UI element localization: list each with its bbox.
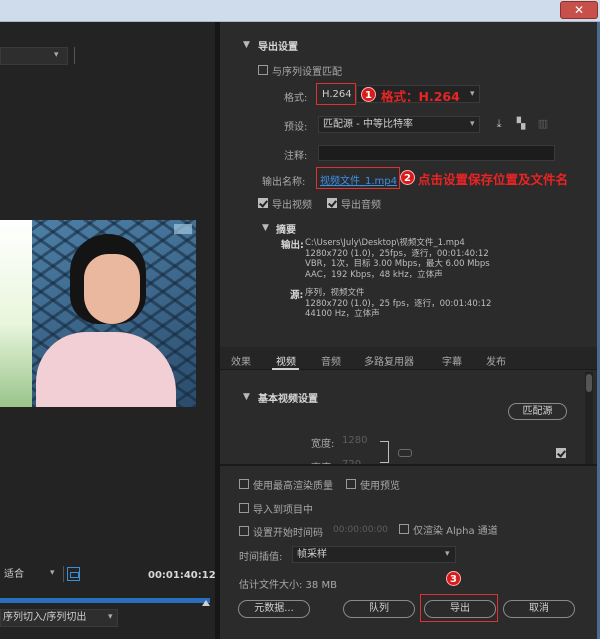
cancel-button[interactable]: 取消: [503, 600, 575, 618]
tab-publish[interactable]: 发布: [486, 353, 506, 368]
set-start-timecode-label: 设置开始时间码: [253, 528, 323, 539]
annotation-format-note: 格式：H.264: [381, 89, 460, 104]
summary-output-line: AAC，192 Kbps，48 kHz，立体声: [305, 269, 443, 280]
summary-output-line: VBR，1次，目标 3.00 Mbps，最大 6.00 Mbps: [305, 259, 490, 269]
step-badge-1: 1: [361, 87, 376, 102]
output-name-label: 输出名称:: [262, 177, 306, 188]
time-interpolation-label: 时间插值:: [239, 552, 283, 563]
active-tab-indicator: [272, 368, 299, 370]
tab-captions[interactable]: 字幕: [442, 353, 462, 368]
preview-logo: [174, 224, 192, 234]
estimated-file-size: 估计文件大小: 38 MB: [239, 580, 337, 591]
chevron-down-icon[interactable]: ▼: [243, 392, 250, 402]
output-name-link[interactable]: 视频文件_1.mp4: [320, 172, 397, 187]
max-render-quality-label: 使用最高渲染质量: [253, 481, 333, 492]
set-start-timecode-checkbox[interactable]: [239, 526, 249, 536]
crop-icon[interactable]: [67, 567, 80, 581]
export-audio-label: 导出音频: [341, 200, 381, 211]
playhead-marker[interactable]: [202, 600, 210, 606]
max-render-quality-checkbox[interactable]: [239, 479, 249, 489]
summary-output-lines: C:\Users\July\Desktop\视频文件_1.mp4 1280x72…: [305, 238, 490, 280]
import-into-project-label: 导入到项目中: [253, 505, 313, 516]
comment-label: 注释:: [284, 151, 308, 162]
export-video-label: 导出视频: [272, 200, 312, 211]
link-icon[interactable]: [398, 449, 412, 457]
duration-timecode: 00:01:40:12: [148, 570, 216, 581]
preview-left-region: [0, 220, 32, 407]
summary-source-lines: 序列，视频文件 1280x720 (1.0)，25 fps，逐行，00:01:4…: [305, 288, 491, 320]
export-video-checkbox[interactable]: [258, 198, 268, 208]
toolbar-divider: [63, 566, 64, 582]
start-timecode-value: 00:00:00:00: [333, 525, 388, 535]
width-label: 宽度:: [311, 439, 335, 450]
chevron-down-icon: ▾: [54, 50, 59, 60]
summary-source-line: 序列，视频文件: [305, 288, 365, 298]
queue-button[interactable]: 队列: [343, 600, 415, 618]
step-badge-3: 3: [446, 571, 461, 586]
time-interpolation-dropdown[interactable]: 帧采样: [292, 546, 456, 563]
import-preset-icon[interactable]: ▚: [514, 117, 528, 131]
export-audio-checkbox[interactable]: [327, 198, 337, 208]
import-into-project-checkbox[interactable]: [239, 503, 249, 513]
summary-output-line: C:\Users\July\Desktop\视频文件_1.mp4: [305, 238, 465, 248]
summary-source-key: 源:: [290, 290, 304, 301]
timeline-scrubber[interactable]: [0, 598, 210, 603]
tab-audio[interactable]: 音频: [321, 353, 341, 368]
format-label: 格式:: [284, 93, 308, 104]
basic-video-settings-title: 基本视频设置: [258, 394, 318, 405]
preset-label: 预设:: [284, 122, 308, 133]
chevron-down-icon: ▾: [445, 549, 450, 559]
tab-effects[interactable]: 效果: [231, 353, 251, 368]
tab-multiplexer[interactable]: 多路复用器: [364, 353, 414, 368]
chevron-down-icon: ▾: [108, 612, 113, 622]
annotation-output-note: 点击设置保存位置及文件名: [418, 172, 569, 187]
match-sequence-label: 与序列设置匹配: [272, 67, 342, 78]
summary-source-line: 44100 Hz，立体声: [305, 309, 380, 319]
width-value[interactable]: 1280: [342, 435, 367, 446]
source-range-dropdown[interactable]: 序列切入/序列切出: [0, 609, 118, 627]
delete-preset-icon[interactable]: ▥: [537, 117, 549, 131]
match-source-button[interactable]: 匹配源: [508, 403, 567, 420]
export-settings-header: 导出设置: [258, 42, 298, 53]
use-previews-checkbox[interactable]: [346, 479, 356, 489]
video-preview-frame: [0, 220, 196, 407]
save-preset-icon[interactable]: ⤓: [492, 117, 506, 131]
export-highlight-box: [420, 594, 498, 622]
preset-dropdown[interactable]: 匹配源 - 中等比特率: [318, 116, 480, 133]
render-alpha-only-checkbox[interactable]: [399, 524, 409, 534]
toolbar-divider: [74, 47, 75, 64]
chevron-down-icon[interactable]: ▼: [262, 223, 269, 233]
window-titlebar: [0, 0, 600, 22]
summary-output-line: 1280x720 (1.0)，25fps，逐行，00:01:40:12: [305, 248, 489, 259]
match-dimension-checkbox[interactable]: [556, 448, 566, 458]
match-sequence-checkbox[interactable]: [258, 65, 268, 75]
scrollbar-thumb[interactable]: [586, 374, 592, 392]
summary-title: 摘要: [276, 225, 296, 236]
step-badge-2: 2: [400, 170, 415, 185]
close-icon[interactable]: ✕: [560, 1, 598, 19]
chevron-down-icon: ▾: [470, 89, 475, 99]
format-value: H.264: [322, 89, 352, 100]
comment-input[interactable]: [318, 145, 555, 161]
preview-person-face: [84, 254, 140, 324]
render-alpha-only-label: 仅渲染 Alpha 通道: [413, 526, 498, 537]
summary-source-line: 1280x720 (1.0)，25 fps，逐行，00:01:40:12: [305, 298, 492, 309]
tab-video[interactable]: 视频: [276, 353, 296, 368]
metadata-button[interactable]: 元数据...: [238, 600, 310, 618]
use-previews-label: 使用预览: [360, 481, 400, 492]
chevron-down-icon[interactable]: ▼: [243, 40, 250, 50]
summary-output-key: 输出:: [281, 240, 304, 251]
aspect-link-bracket: [380, 441, 389, 463]
chevron-down-icon: ▾: [470, 119, 475, 129]
chevron-down-icon: ▾: [50, 568, 55, 578]
